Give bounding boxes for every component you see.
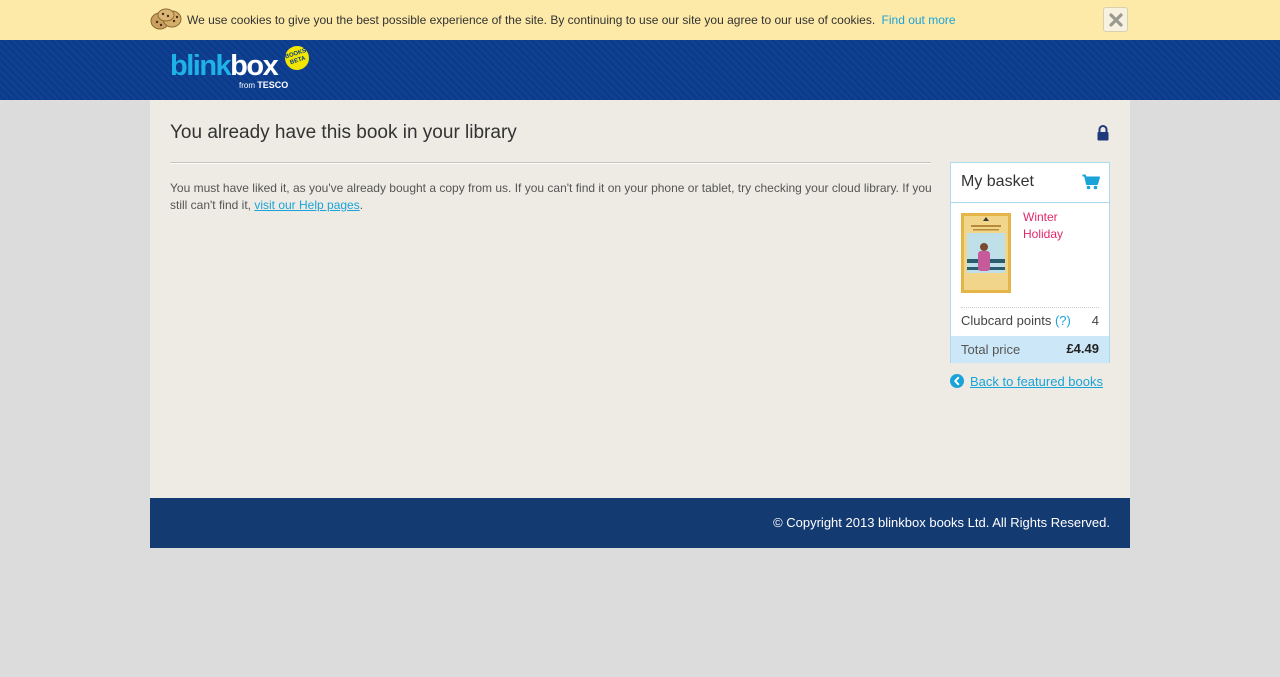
cart-icon[interactable] [1082,174,1100,190]
cookie-bar: We use cookies to give you the best poss… [0,0,1280,40]
back-to-featured-label: Back to featured books [970,373,1103,389]
total-price-value: £4.49 [1066,341,1099,356]
basket-panel: My basket Winter Holiday Clubcard points… [950,162,1110,363]
site-header: blinkbox BOOKS BETA from TESCO [0,40,1280,100]
clubcard-help-link[interactable]: (?) [1055,313,1071,328]
close-icon [1108,12,1123,27]
cookie-message-text: We use cookies to give you the best poss… [187,13,876,27]
cookie-close-button[interactable] [1103,7,1128,32]
basket-header: My basket [951,163,1109,203]
books-beta-badge: BOOKS BETA [281,42,313,74]
clubcard-points-value: 4 [1091,313,1099,328]
already-owned-message: You must have liked it, as you've alread… [170,181,932,212]
back-to-featured-link[interactable]: Back to featured books [950,372,1103,390]
cookie-icon [150,8,182,30]
basket-item-title[interactable]: Winter Holiday [1023,209,1093,243]
copyright-text: © Copyright 2013 blinkbox books Ltd. All… [773,515,1110,530]
page-title: You already have this book in your libra… [170,122,517,143]
basket-item: Winter Holiday [951,203,1109,308]
cookie-message: We use cookies to give you the best poss… [187,13,956,27]
blinkbox-logo[interactable]: blinkbox BOOKS BETA from TESCO [170,42,315,95]
chevron-left-circle-icon [950,374,964,388]
site-footer: © Copyright 2013 blinkbox books Ltd. All… [150,498,1130,548]
basket-title: My basket [961,173,1034,190]
help-pages-link[interactable]: visit our Help pages [254,198,359,212]
logo-from-tesco: from TESCO [239,80,289,90]
total-price-label: Total price [961,342,1021,357]
main-content: You already have this book in your libra… [150,100,1130,498]
book-cover-image[interactable] [961,213,1011,293]
clubcard-points-row: Clubcard points (?) 4 [951,308,1109,336]
total-price-row: Total price £4.49 [951,336,1109,363]
logo-wordmark: blinkbox [170,50,279,82]
clubcard-points-label: Clubcard points (?) [961,313,1071,328]
find-out-more-link[interactable]: Find out more [882,13,956,27]
title-divider [170,162,931,164]
lock-icon [1097,125,1109,141]
